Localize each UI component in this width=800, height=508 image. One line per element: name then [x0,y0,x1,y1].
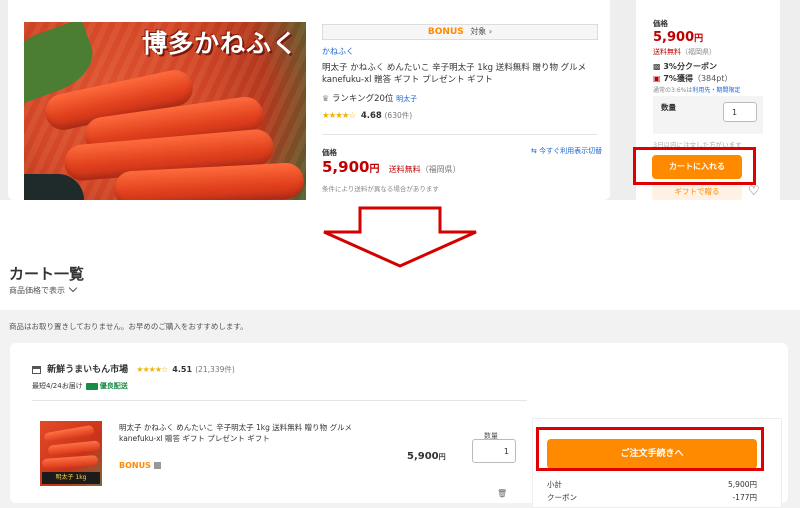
points-note: 通常の3:6%は利用先・期間限定 [653,87,741,94]
chevron-down-icon [68,283,78,293]
product-price: 5,900円 送料無料（福岡県） [322,158,461,176]
cart-item-bonus: BONUS [119,461,161,470]
shop-header[interactable]: 新鮮うまいもん市場 ★★★★☆ 4.51 (21,339件) [32,362,235,375]
coupon-info[interactable]: ▩ 3%分クーポン [653,61,717,72]
coupon-icon: ▩ [653,62,661,71]
product-card: 博多かねふく BONUS 対象 › かねふく 明太子 かねふく めんたいこ 辛子… [8,0,610,200]
roe-piece [41,455,99,469]
cart-notice: 商品はお取り置きしておりません。お早めのご購入をおすすめします。 [9,322,248,331]
shipping-condition-note: 条件により送料が異なる場合があります [322,185,439,193]
coupon-row: クーポン -177円 [547,493,757,502]
shop-link[interactable]: かねふく [322,46,354,57]
truck-icon [85,382,98,390]
ranking: ♛ ランキング20位 明太子 [322,92,417,104]
quantity-input[interactable]: 1 [472,439,516,463]
bonus-target: 対象 › [470,27,493,36]
store-icon [32,365,41,374]
product-rating[interactable]: ★★★★☆ 4.68 (630件) [322,110,412,121]
subtotal-row: 小計 5,900円 [547,480,757,489]
product-image[interactable]: 博多かねふく [24,22,306,200]
shop-name[interactable]: 新鮮うまいもん市場 [47,365,128,375]
points-icon: ▣ [653,74,661,83]
product-page-section: 博多かねふく BONUS 対象 › かねふく 明太子 かねふく めんたいこ 辛子… [0,0,800,200]
ranking-text: ランキング20位 [331,94,394,104]
gift-button[interactable]: ギフトで贈る [652,184,742,200]
highlight-frame-cart [633,147,756,185]
star-rating-icon: ★★★★☆ [322,111,356,121]
shop-star-icon: ★★★★☆ [136,365,168,374]
image-label: 明太子 1kg [42,472,100,484]
heart-icon[interactable]: ♡ [748,184,760,199]
divider [32,400,527,401]
bonus-bar[interactable]: BONUS 対象 › [322,24,598,40]
display-toggle-link[interactable]: ⇆ 今すぐ利用表示切替 [531,146,602,156]
side-shipping: 送料無料（福岡県） [653,48,716,56]
trash-icon[interactable]: 🗑 [497,489,507,498]
ship-area: （福岡県） [420,165,461,174]
side-price-label: 価格 [653,19,668,28]
points-link[interactable]: 利用先・期間限定 [692,87,740,94]
review-count: (630件) [384,111,413,120]
points-info: ▣ 7%獲得（384pt） [653,74,733,83]
free-shipping: 送料無料 [388,165,421,174]
quantity-label: 数量 [661,103,676,112]
bonus-label: BONUS [427,27,464,37]
rating-value: 4.68 [360,111,382,121]
down-arrow-icon [323,206,477,268]
shop-review-count: (21,339件) [195,365,235,374]
quantity-input[interactable]: 1 [723,102,757,122]
price-display-select[interactable]: 商品価格で表示 [9,283,78,296]
info-icon [153,462,161,469]
divider [322,134,597,135]
roe-piece [47,440,101,456]
roe-piece [43,424,95,444]
cart-item-image[interactable]: 明太子 1kg [40,421,102,486]
product-title: 明太子 かねふく めんたいこ 辛子明太子 1kg 送料無料 贈り物 グルメ ka… [322,63,587,85]
quantity-box: 数量 1 [653,96,763,134]
highlight-frame-checkout [536,427,764,471]
price-label: 価格 [322,148,337,157]
shop-rating: 4.51 [172,365,193,374]
crown-icon: ♛ [322,94,330,103]
delivery-info: 最短4/24お届け 優良配送 [32,382,128,390]
cart-title: カート一覧 [9,265,85,283]
brand-logo-text: 博多かねふく [141,29,298,58]
cart-item-price: 5,900円 [407,451,446,462]
side-price: 5,900円 [653,30,704,45]
cart-item-title[interactable]: 明太子 かねふく めんたいこ 辛子明太子 1kg 送料無料 贈り物 グルメ ka… [119,422,387,444]
ranking-category-link[interactable]: 明太子 [396,95,417,103]
shop-card: 新鮮うまいもん市場 ★★★★☆ 4.51 (21,339件) 最短4/24お届け… [10,343,788,508]
